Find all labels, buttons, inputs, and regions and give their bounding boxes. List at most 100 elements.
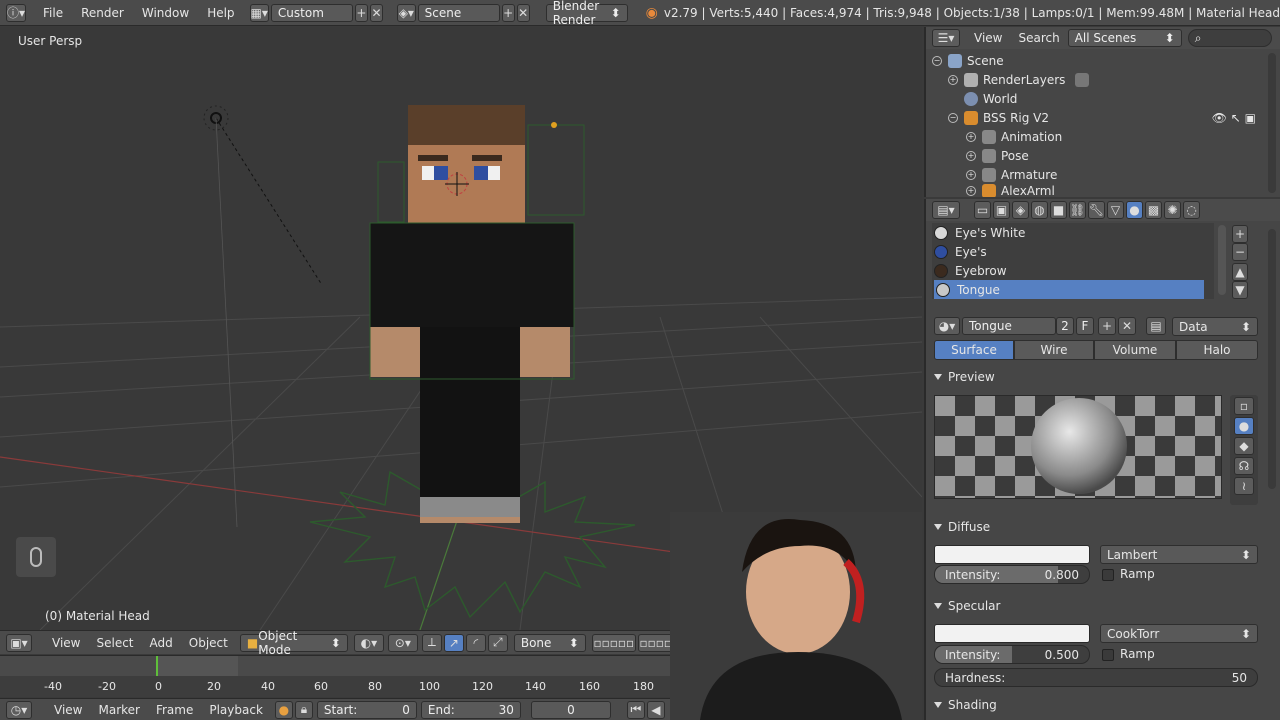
properties-editor-icon[interactable]: ▤▾ bbox=[932, 201, 960, 219]
menu-add[interactable]: Add bbox=[142, 636, 181, 650]
expand-icon[interactable]: + bbox=[948, 74, 958, 85]
diffuse-shader-dropdown[interactable]: Lambert ⬍ bbox=[1100, 545, 1258, 564]
remove-layout-icon[interactable]: ✕ bbox=[369, 3, 384, 22]
preview-flat-icon[interactable]: ▫ bbox=[1234, 397, 1254, 415]
tab-wire[interactable]: Wire bbox=[1014, 340, 1094, 360]
remove-slot-icon[interactable]: − bbox=[1232, 243, 1248, 261]
menu-view[interactable]: View bbox=[46, 703, 90, 717]
translate-icon[interactable]: ↗ bbox=[443, 633, 464, 652]
collapse-icon[interactable]: − bbox=[948, 112, 958, 123]
checkbox-icon[interactable] bbox=[1102, 648, 1114, 661]
material-link-icon[interactable]: ▤ bbox=[1146, 317, 1166, 335]
diffuse-intensity-slider[interactable]: Intensity: 0.800 bbox=[934, 565, 1090, 584]
current-frame-field[interactable]: 0 bbox=[530, 700, 611, 719]
tab-volume[interactable]: Volume bbox=[1094, 340, 1176, 360]
menu-frame[interactable]: Frame bbox=[148, 703, 201, 717]
outliner-search-input[interactable]: ⌕ bbox=[1187, 29, 1272, 47]
scene-tab-icon[interactable]: ◈ bbox=[1012, 201, 1029, 219]
scale-icon[interactable]: ⤢ bbox=[487, 633, 508, 652]
add-slot-icon[interactable]: + bbox=[1232, 225, 1248, 243]
expand-icon[interactable]: + bbox=[966, 150, 976, 161]
rotate-icon[interactable]: ◜ bbox=[465, 633, 486, 652]
manipulator-icon[interactable]: ⟂ bbox=[421, 633, 442, 652]
transform-orientation-dropdown[interactable]: Bone ⬍ bbox=[513, 633, 586, 652]
scene-field[interactable]: Scene bbox=[417, 3, 500, 22]
tab-halo[interactable]: Halo bbox=[1176, 340, 1258, 360]
menu-select[interactable]: Select bbox=[88, 636, 141, 650]
outliner-row-armature[interactable]: + Armature bbox=[926, 165, 1266, 184]
preview-hair-icon[interactable]: ≀ bbox=[1234, 477, 1254, 495]
shading-section-header[interactable]: Shading bbox=[934, 697, 997, 713]
menu-view[interactable]: View bbox=[44, 636, 88, 650]
data-tab-icon[interactable]: ▽ bbox=[1107, 201, 1124, 219]
modifiers-tab-icon[interactable]: 🔧︎ bbox=[1088, 201, 1105, 219]
add-layout-icon[interactable]: + bbox=[354, 3, 368, 22]
end-frame-field[interactable]: End: 30 bbox=[420, 700, 521, 719]
pivot-point-icon[interactable]: ⊙▾ bbox=[387, 633, 418, 652]
material-slot-eyes-white[interactable]: Eye's White bbox=[934, 223, 1204, 242]
menu-window[interactable]: Window bbox=[133, 6, 198, 20]
menu-view[interactable]: View bbox=[966, 31, 1010, 45]
layout-icon[interactable]: ▦▾ bbox=[249, 3, 269, 22]
start-frame-field[interactable]: Start: 0 bbox=[316, 700, 417, 719]
outliner-row-world[interactable]: World bbox=[926, 89, 1266, 108]
layers-tab-icon[interactable]: ▣ bbox=[993, 201, 1010, 219]
outliner-row-scene[interactable]: − Scene bbox=[926, 51, 1266, 70]
remove-scene-icon[interactable]: ✕ bbox=[516, 3, 530, 22]
material-slot-tongue[interactable]: Tongue bbox=[934, 280, 1204, 299]
expand-icon[interactable]: + bbox=[966, 131, 976, 142]
menu-object[interactable]: Object bbox=[181, 636, 236, 650]
outliner-row-alexarml[interactable]: + AlexArml bbox=[926, 184, 1266, 197]
hardness-slider[interactable]: Hardness: 50 bbox=[934, 668, 1258, 687]
lock-icon[interactable]: 🔒︎ bbox=[294, 700, 313, 719]
diffuse-ramp-checkbox[interactable]: Ramp bbox=[1102, 567, 1155, 581]
physics-tab-icon[interactable]: ◌ bbox=[1183, 201, 1200, 219]
outliner-row-animation[interactable]: + Animation bbox=[926, 127, 1266, 146]
properties-scrollbar[interactable] bbox=[1268, 229, 1276, 489]
render-engine-dropdown[interactable]: Blender Render ⬍ bbox=[545, 0, 628, 27]
preview-section-header[interactable]: Preview bbox=[934, 369, 995, 385]
menu-file[interactable]: File bbox=[34, 6, 72, 20]
collapse-icon[interactable]: − bbox=[932, 55, 942, 66]
material-link-dropdown[interactable]: Data ⬍ bbox=[1172, 317, 1258, 336]
menu-render[interactable]: Render bbox=[72, 6, 133, 20]
new-material-icon[interactable]: + bbox=[1098, 317, 1116, 335]
scene-filter-dropdown[interactable]: All Scenes ⬍ bbox=[1067, 29, 1182, 47]
specular-section-header[interactable]: Specular bbox=[934, 598, 1000, 614]
checkbox-icon[interactable] bbox=[1102, 568, 1114, 581]
material-slot-eyes[interactable]: Eye's bbox=[934, 242, 1204, 261]
lamp-object[interactable] bbox=[203, 105, 323, 528]
preview-sphere-icon[interactable]: ● bbox=[1234, 417, 1254, 435]
info-editor-icon[interactable]: ⓘ▾ bbox=[6, 3, 27, 22]
expand-icon[interactable]: + bbox=[966, 169, 976, 180]
layout-field[interactable]: Custom bbox=[270, 3, 353, 22]
menu-marker[interactable]: Marker bbox=[90, 703, 147, 717]
scene-icon[interactable]: ◈▾ bbox=[397, 3, 416, 22]
material-name-field[interactable]: Tongue bbox=[962, 317, 1056, 335]
particles-tab-icon[interactable]: ✺ bbox=[1164, 201, 1181, 219]
layers-1-icon[interactable]: ▫▫▫▫▫ bbox=[591, 633, 636, 652]
outliner-scrollbar[interactable] bbox=[1268, 53, 1276, 193]
menu-help[interactable]: Help bbox=[198, 6, 243, 20]
editor-type-icon[interactable]: ▣▾ bbox=[6, 633, 32, 652]
material-slot-eyebrow[interactable]: Eyebrow bbox=[934, 261, 1204, 280]
diffuse-color-swatch[interactable] bbox=[934, 545, 1090, 564]
unlink-material-icon[interactable]: ✕ bbox=[1118, 317, 1136, 335]
move-down-icon[interactable]: ▼ bbox=[1232, 281, 1248, 299]
object-tab-icon[interactable]: ■ bbox=[1050, 201, 1067, 219]
move-up-icon[interactable]: ▲ bbox=[1232, 263, 1248, 281]
outliner-row-rig[interactable]: − BSS Rig V2 👁︎ ↖ ▣ bbox=[926, 108, 1266, 127]
render-tab-icon[interactable]: ▭ bbox=[974, 201, 991, 219]
preview-monkey-icon[interactable]: ☊ bbox=[1234, 457, 1254, 475]
outliner-row-renderlayers[interactable]: + RenderLayers bbox=[926, 70, 1266, 89]
visibility-eye-icon[interactable]: 👁︎ ↖ ▣ bbox=[1212, 111, 1256, 125]
timeline-editor-icon[interactable]: ◷▾ bbox=[6, 700, 32, 719]
fake-user-toggle[interactable]: F bbox=[1076, 317, 1094, 335]
specular-intensity-slider[interactable]: Intensity: 0.500 bbox=[934, 645, 1090, 664]
keying-icon[interactable]: ● bbox=[274, 700, 293, 719]
prev-keyframe-icon[interactable]: ◀ bbox=[646, 700, 665, 719]
character-model[interactable] bbox=[369, 105, 585, 523]
diffuse-section-header[interactable]: Diffuse bbox=[934, 519, 990, 535]
specular-shader-dropdown[interactable]: CookTorr ⬍ bbox=[1100, 624, 1258, 643]
preview-cube-icon[interactable]: ◆ bbox=[1234, 437, 1254, 455]
